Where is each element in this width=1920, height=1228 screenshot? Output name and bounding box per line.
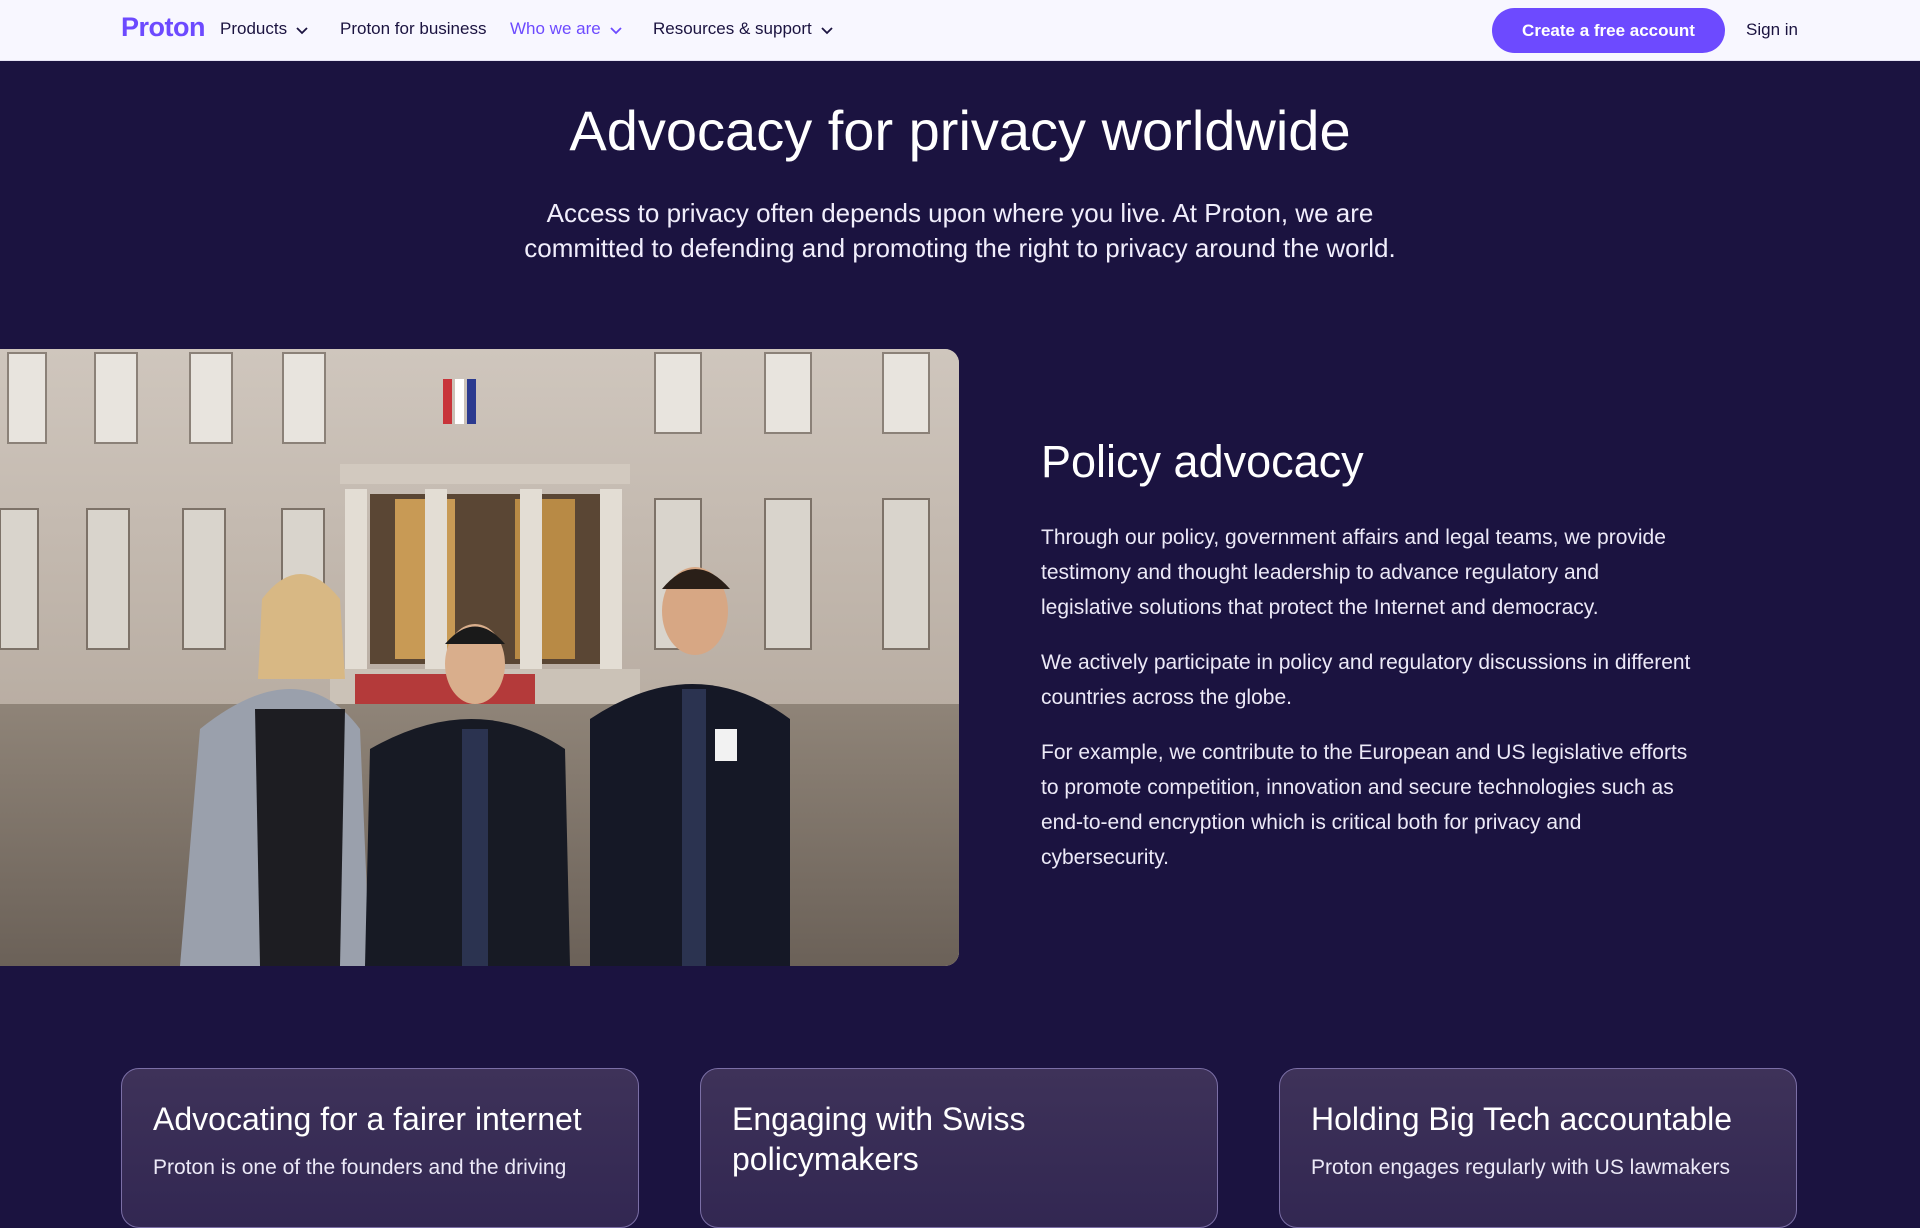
- nav-item-products[interactable]: Products: [220, 19, 309, 39]
- proton-logo[interactable]: Proton: [121, 12, 206, 43]
- card-title: Advocating for a fairer internet: [153, 1101, 582, 1137]
- policy-paragraph: Through our policy, government affairs a…: [1041, 526, 1666, 619]
- chevron-down-icon: [820, 22, 834, 36]
- card-title: Engaging with Swiss policymakers: [732, 1101, 1026, 1177]
- top-navigation: Proton Products Proton for business Who …: [0, 0, 1920, 61]
- card-title: Holding Big Tech accountable: [1311, 1101, 1733, 1137]
- nav-item-label: Products: [220, 19, 288, 38]
- card-text: Proton is one of the founders and the dr…: [153, 1156, 567, 1179]
- card-swiss-policymakers[interactable]: Engaging with Swiss policymakers: [700, 1068, 1218, 1228]
- page-title: Advocacy for privacy worldwide: [569, 99, 1351, 162]
- chevron-down-icon: [609, 22, 623, 36]
- card-big-tech-accountable[interactable]: Holding Big Tech accountable Proton enga…: [1279, 1068, 1797, 1228]
- nav-item-who-we-are[interactable]: Who we are: [510, 19, 623, 39]
- sign-in-link[interactable]: Sign in: [1746, 20, 1798, 40]
- policy-paragraph: We actively participate in policy and re…: [1041, 651, 1691, 709]
- team-photo: [0, 349, 959, 966]
- nav-item-resources-support[interactable]: Resources & support: [653, 19, 834, 39]
- policy-advocacy-body: Through our policy, government affairs a…: [1041, 520, 1691, 895]
- nav-item-proton-for-business[interactable]: Proton for business: [340, 19, 486, 39]
- policy-paragraph: For example, we contribute to the Europe…: [1041, 741, 1688, 869]
- policy-advocacy-heading: Policy advocacy: [1041, 436, 1364, 487]
- hero-subtitle: Access to privacy often depends upon whe…: [524, 198, 1396, 263]
- nav-item-label: Who we are: [510, 19, 601, 38]
- chevron-down-icon: [295, 22, 309, 36]
- card-text: Proton engages regularly with US lawmake…: [1311, 1156, 1731, 1179]
- nav-item-label: Resources & support: [653, 19, 812, 38]
- create-free-account-button[interactable]: Create a free account: [1492, 8, 1725, 53]
- card-fairer-internet[interactable]: Advocating for a fairer internet Proton …: [121, 1068, 639, 1228]
- nav-item-label: Proton for business: [340, 19, 487, 38]
